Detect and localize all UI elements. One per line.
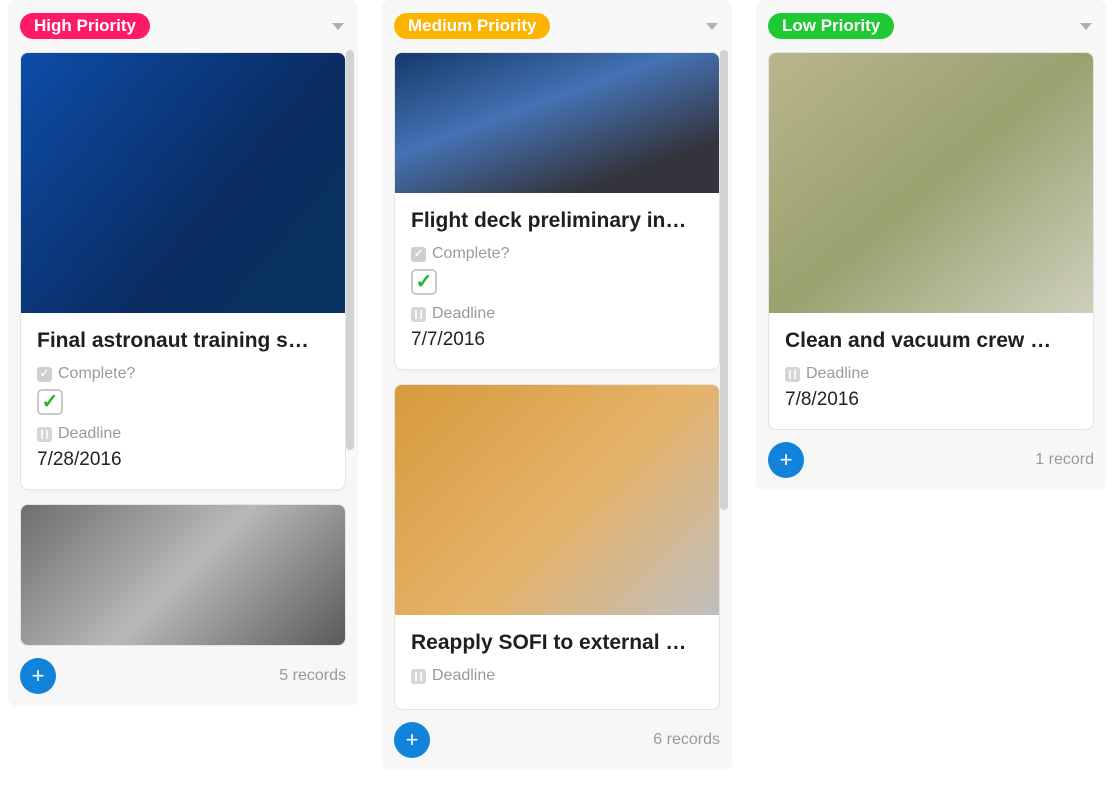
deadline-field-label: Deadline	[785, 365, 1077, 383]
record-count: 5 records	[279, 667, 346, 685]
card-image	[21, 505, 345, 645]
calendar-field-icon	[785, 367, 800, 382]
record-count: 1 record	[1035, 451, 1094, 469]
card-image	[21, 53, 345, 313]
add-card-button[interactable]: +	[768, 442, 804, 478]
card-body: Reapply SOFI to external … Deadline	[395, 615, 719, 709]
cards-container: Flight deck preliminary in… Complete? Dead…	[394, 52, 720, 710]
card-image	[395, 53, 719, 193]
complete-field-label: Complete?	[37, 365, 329, 383]
column-menu-caret[interactable]	[706, 23, 718, 30]
deadline-label-text: Deadline	[806, 365, 869, 383]
deadline-label-text: Deadline	[432, 667, 495, 685]
card-title: Flight deck preliminary in…	[411, 209, 703, 233]
priority-badge: High Priority	[20, 13, 150, 40]
column-low: Low Priority Clean and vacuum crew … Deadl…	[756, 0, 1106, 490]
column-header: High Priority	[20, 10, 346, 42]
cards-container: Clean and vacuum crew … Deadline 7/8/2016	[768, 52, 1094, 430]
complete-checkbox[interactable]	[411, 269, 437, 295]
complete-label-text: Complete?	[58, 365, 135, 383]
deadline-label-text: Deadline	[58, 425, 121, 443]
card-body: Final astronaut training s… Complete? Dead…	[21, 313, 345, 489]
column-high: High Priority Final astronaut training s……	[8, 0, 358, 706]
card-title: Final astronaut training s…	[37, 329, 329, 353]
deadline-field-label: Deadline	[37, 425, 329, 443]
checkbox-field-icon	[411, 247, 426, 262]
card-title: Reapply SOFI to external …	[411, 631, 703, 655]
calendar-field-icon	[411, 669, 426, 684]
deadline-label-text: Deadline	[432, 305, 495, 323]
deadline-value: 7/8/2016	[785, 389, 1077, 411]
complete-checkbox[interactable]	[37, 389, 63, 415]
column-footer: +6 records	[394, 722, 720, 758]
card-image	[769, 53, 1093, 313]
column-header: Low Priority	[768, 10, 1094, 42]
card-body: Clean and vacuum crew … Deadline 7/8/2016	[769, 313, 1093, 429]
card[interactable]	[20, 504, 346, 646]
card-body: Flight deck preliminary in… Complete? Dead…	[395, 193, 719, 369]
priority-badge: Low Priority	[768, 13, 894, 40]
calendar-field-icon	[411, 307, 426, 322]
deadline-field-label: Deadline	[411, 667, 703, 685]
column-menu-caret[interactable]	[332, 23, 344, 30]
card[interactable]: Final astronaut training s… Complete? Dead…	[20, 52, 346, 490]
deadline-value: 7/28/2016	[37, 449, 329, 471]
record-count: 6 records	[653, 731, 720, 749]
card[interactable]: Flight deck preliminary in… Complete? Dead…	[394, 52, 720, 370]
deadline-field-label: Deadline	[411, 305, 703, 323]
scrollbar[interactable]	[346, 50, 354, 450]
scrollbar[interactable]	[720, 50, 728, 510]
add-card-button[interactable]: +	[20, 658, 56, 694]
card[interactable]: Reapply SOFI to external … Deadline	[394, 384, 720, 710]
column-header: Medium Priority	[394, 10, 720, 42]
checkbox-field-icon	[37, 367, 52, 382]
deadline-value: 7/7/2016	[411, 329, 703, 351]
column-footer: +1 record	[768, 442, 1094, 478]
cards-container: Final astronaut training s… Complete? Dead…	[20, 52, 346, 646]
add-card-button[interactable]: +	[394, 722, 430, 758]
calendar-field-icon	[37, 427, 52, 442]
complete-field-label: Complete?	[411, 245, 703, 263]
column-footer: +5 records	[20, 658, 346, 694]
column-menu-caret[interactable]	[1080, 23, 1092, 30]
column-medium: Medium Priority Flight deck preliminary i…	[382, 0, 732, 770]
complete-label-text: Complete?	[432, 245, 509, 263]
card-image	[395, 385, 719, 615]
card-title: Clean and vacuum crew …	[785, 329, 1077, 353]
card[interactable]: Clean and vacuum crew … Deadline 7/8/2016	[768, 52, 1094, 430]
priority-badge: Medium Priority	[394, 13, 550, 40]
